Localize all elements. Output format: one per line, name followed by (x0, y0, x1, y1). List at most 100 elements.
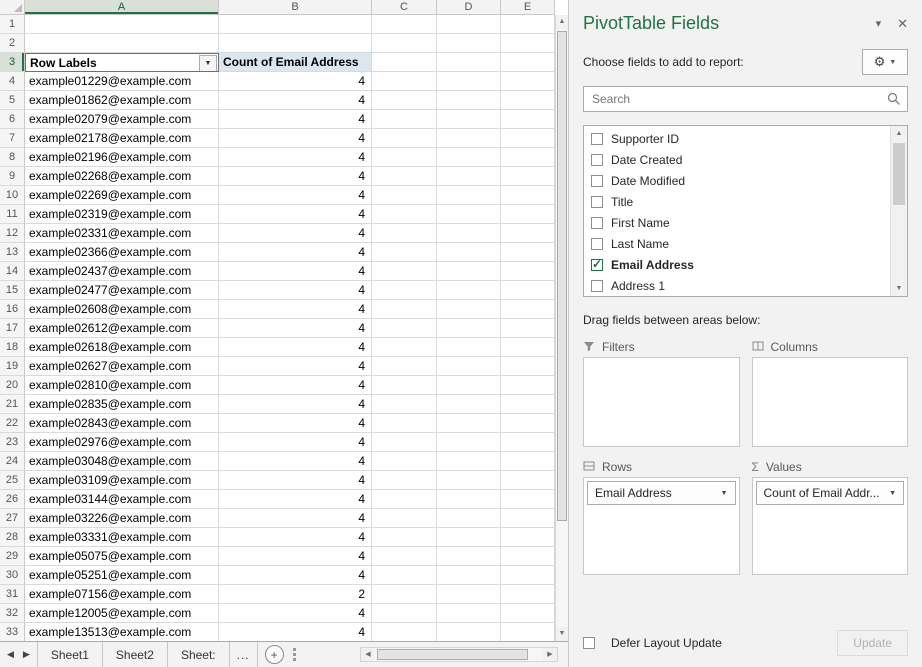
empty-cell[interactable] (437, 243, 501, 262)
empty-cell[interactable] (372, 15, 437, 34)
field-item-last-name[interactable]: Last Name (584, 233, 890, 254)
email-cell[interactable]: example02331@example.com (25, 224, 219, 243)
empty-cell[interactable] (219, 34, 372, 53)
empty-cell[interactable] (372, 148, 437, 167)
filters-drop-zone[interactable] (583, 357, 740, 447)
email-cell[interactable]: example13513@example.com (25, 623, 219, 642)
empty-cell[interactable] (372, 53, 437, 72)
field-checkbox[interactable] (591, 217, 603, 229)
row-header-10[interactable]: 10 (0, 186, 25, 205)
vertical-scroll-thumb[interactable] (557, 31, 567, 521)
email-cell[interactable]: example02437@example.com (25, 262, 219, 281)
count-cell[interactable]: 4 (219, 490, 372, 509)
row-header-26[interactable]: 26 (0, 490, 25, 509)
row-header-17[interactable]: 17 (0, 319, 25, 338)
scroll-right-icon[interactable]: ▶ (543, 648, 557, 661)
empty-cell[interactable] (437, 414, 501, 433)
empty-cell[interactable] (501, 509, 555, 528)
row-header-6[interactable]: 6 (0, 110, 25, 129)
empty-cell[interactable] (437, 110, 501, 129)
prev-sheet-icon[interactable]: ◀ (7, 649, 14, 660)
empty-cell[interactable] (501, 300, 555, 319)
email-cell[interactable]: example02366@example.com (25, 243, 219, 262)
row-header-29[interactable]: 29 (0, 547, 25, 566)
empty-cell[interactable] (372, 528, 437, 547)
row-header-20[interactable]: 20 (0, 376, 25, 395)
empty-cell[interactable] (372, 319, 437, 338)
update-button[interactable]: Update (837, 630, 908, 656)
vertical-scrollbar[interactable]: ▲ ▼ (555, 15, 568, 641)
empty-cell[interactable] (437, 167, 501, 186)
empty-cell[interactable] (501, 243, 555, 262)
count-cell[interactable]: 4 (219, 186, 372, 205)
empty-cell[interactable] (501, 623, 555, 642)
email-cell[interactable]: example02268@example.com (25, 167, 219, 186)
empty-cell[interactable] (501, 72, 555, 91)
sheet-tab-sheet2[interactable]: Sheet2 (103, 642, 168, 667)
row-header-25[interactable]: 25 (0, 471, 25, 490)
empty-cell[interactable] (372, 281, 437, 300)
empty-cell[interactable] (437, 509, 501, 528)
empty-cell[interactable] (372, 566, 437, 585)
pivot-value-header-cell[interactable]: Count of Email Address (219, 53, 372, 72)
column-header-c[interactable]: C (372, 0, 437, 15)
empty-cell[interactable] (501, 53, 555, 72)
email-cell[interactable]: example03226@example.com (25, 509, 219, 528)
count-cell[interactable]: 4 (219, 357, 372, 376)
field-checkbox[interactable] (591, 280, 603, 292)
row-header-4[interactable]: 4 (0, 72, 25, 91)
empty-cell[interactable] (501, 528, 555, 547)
email-cell[interactable]: example03144@example.com (25, 490, 219, 509)
empty-cell[interactable] (501, 490, 555, 509)
email-cell[interactable]: example12005@example.com (25, 604, 219, 623)
empty-cell[interactable] (372, 452, 437, 471)
empty-cell[interactable] (437, 186, 501, 205)
empty-cell[interactable] (501, 357, 555, 376)
row-header-30[interactable]: 30 (0, 566, 25, 585)
empty-cell[interactable] (437, 262, 501, 281)
field-scroll-up-icon[interactable]: ▲ (891, 126, 907, 141)
empty-cell[interactable] (501, 34, 555, 53)
empty-cell[interactable] (501, 604, 555, 623)
row-header-15[interactable]: 15 (0, 281, 25, 300)
email-cell[interactable]: example02843@example.com (25, 414, 219, 433)
empty-cell[interactable] (372, 395, 437, 414)
area-field-pill-count-of-email-addr[interactable]: Count of Email Addr...▼ (756, 481, 905, 505)
empty-cell[interactable] (372, 509, 437, 528)
empty-cell[interactable] (372, 300, 437, 319)
empty-cell[interactable] (372, 262, 437, 281)
tab-overflow[interactable]: ... (230, 642, 258, 667)
row-header-18[interactable]: 18 (0, 338, 25, 357)
count-cell[interactable]: 4 (219, 471, 372, 490)
empty-cell[interactable] (372, 338, 437, 357)
email-cell[interactable]: example02269@example.com (25, 186, 219, 205)
empty-cell[interactable] (437, 376, 501, 395)
email-cell[interactable]: example01229@example.com (25, 72, 219, 91)
email-cell[interactable]: example02810@example.com (25, 376, 219, 395)
empty-cell[interactable] (501, 224, 555, 243)
row-header-27[interactable]: 27 (0, 509, 25, 528)
row-header-2[interactable]: 2 (0, 34, 25, 53)
count-cell[interactable]: 4 (219, 281, 372, 300)
empty-cell[interactable] (25, 15, 219, 34)
empty-cell[interactable] (501, 471, 555, 490)
empty-cell[interactable] (437, 471, 501, 490)
empty-cell[interactable] (372, 623, 437, 642)
empty-cell[interactable] (437, 547, 501, 566)
horizontal-scroll-thumb[interactable] (377, 649, 528, 660)
email-cell[interactable]: example02618@example.com (25, 338, 219, 357)
empty-cell[interactable] (372, 243, 437, 262)
row-header-19[interactable]: 19 (0, 357, 25, 376)
empty-cell[interactable] (501, 281, 555, 300)
row-header-22[interactable]: 22 (0, 414, 25, 433)
email-cell[interactable]: example02319@example.com (25, 205, 219, 224)
count-cell[interactable]: 4 (219, 623, 372, 642)
row-header-9[interactable]: 9 (0, 167, 25, 186)
field-scroll-track[interactable] (891, 141, 907, 281)
area-field-pill-email-address[interactable]: Email Address▼ (587, 481, 736, 505)
count-cell[interactable]: 4 (219, 528, 372, 547)
next-sheet-icon[interactable]: ▶ (23, 649, 30, 660)
email-cell[interactable]: example02178@example.com (25, 129, 219, 148)
field-item-supporter-id[interactable]: Supporter ID (584, 128, 890, 149)
empty-cell[interactable] (501, 148, 555, 167)
